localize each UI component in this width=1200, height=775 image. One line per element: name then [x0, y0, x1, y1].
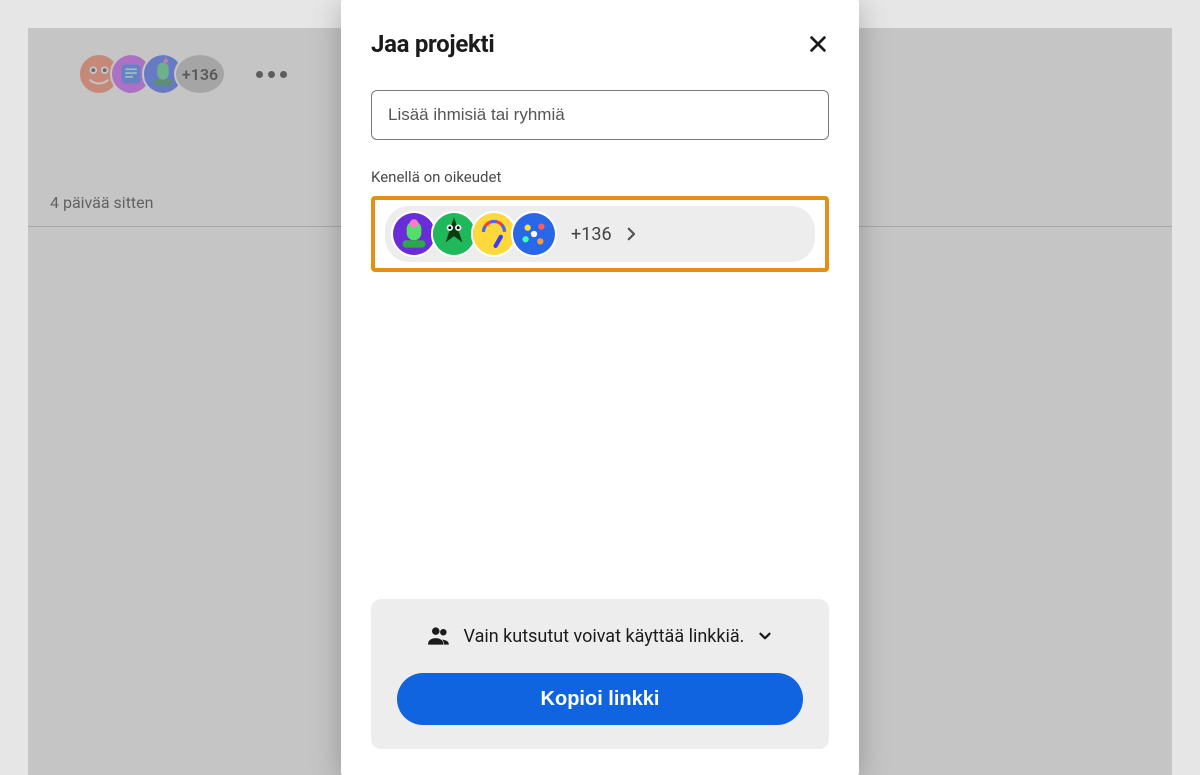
who-has-access-row[interactable]: +136: [385, 206, 815, 262]
link-sharing-panel: Vain kutsutut voivat käyttää linkkiä. Ko…: [371, 599, 829, 749]
chevron-right-icon: [622, 225, 640, 243]
who-has-access-highlight: +136: [371, 196, 829, 272]
close-icon[interactable]: [807, 33, 829, 55]
link-permission-row[interactable]: Vain kutsutut voivat käyttää linkkiä.: [397, 623, 803, 649]
avatar: [511, 211, 557, 257]
who-has-access-label: Kenellä on oikeudet: [371, 168, 829, 186]
add-people-input[interactable]: [371, 90, 829, 140]
modal-title: Jaa projekti: [371, 30, 494, 58]
chevron-down-icon: [756, 627, 774, 645]
link-permission-text: Vain kutsutut voivat käyttää linkkiä.: [464, 626, 745, 647]
modal-header: Jaa projekti: [371, 30, 829, 58]
access-count-label: +136: [571, 224, 612, 245]
people-icon: [426, 623, 452, 649]
copy-link-button[interactable]: Kopioi linkki: [397, 673, 803, 725]
share-project-modal: Jaa projekti Kenellä on oikeudet +136: [341, 0, 859, 775]
